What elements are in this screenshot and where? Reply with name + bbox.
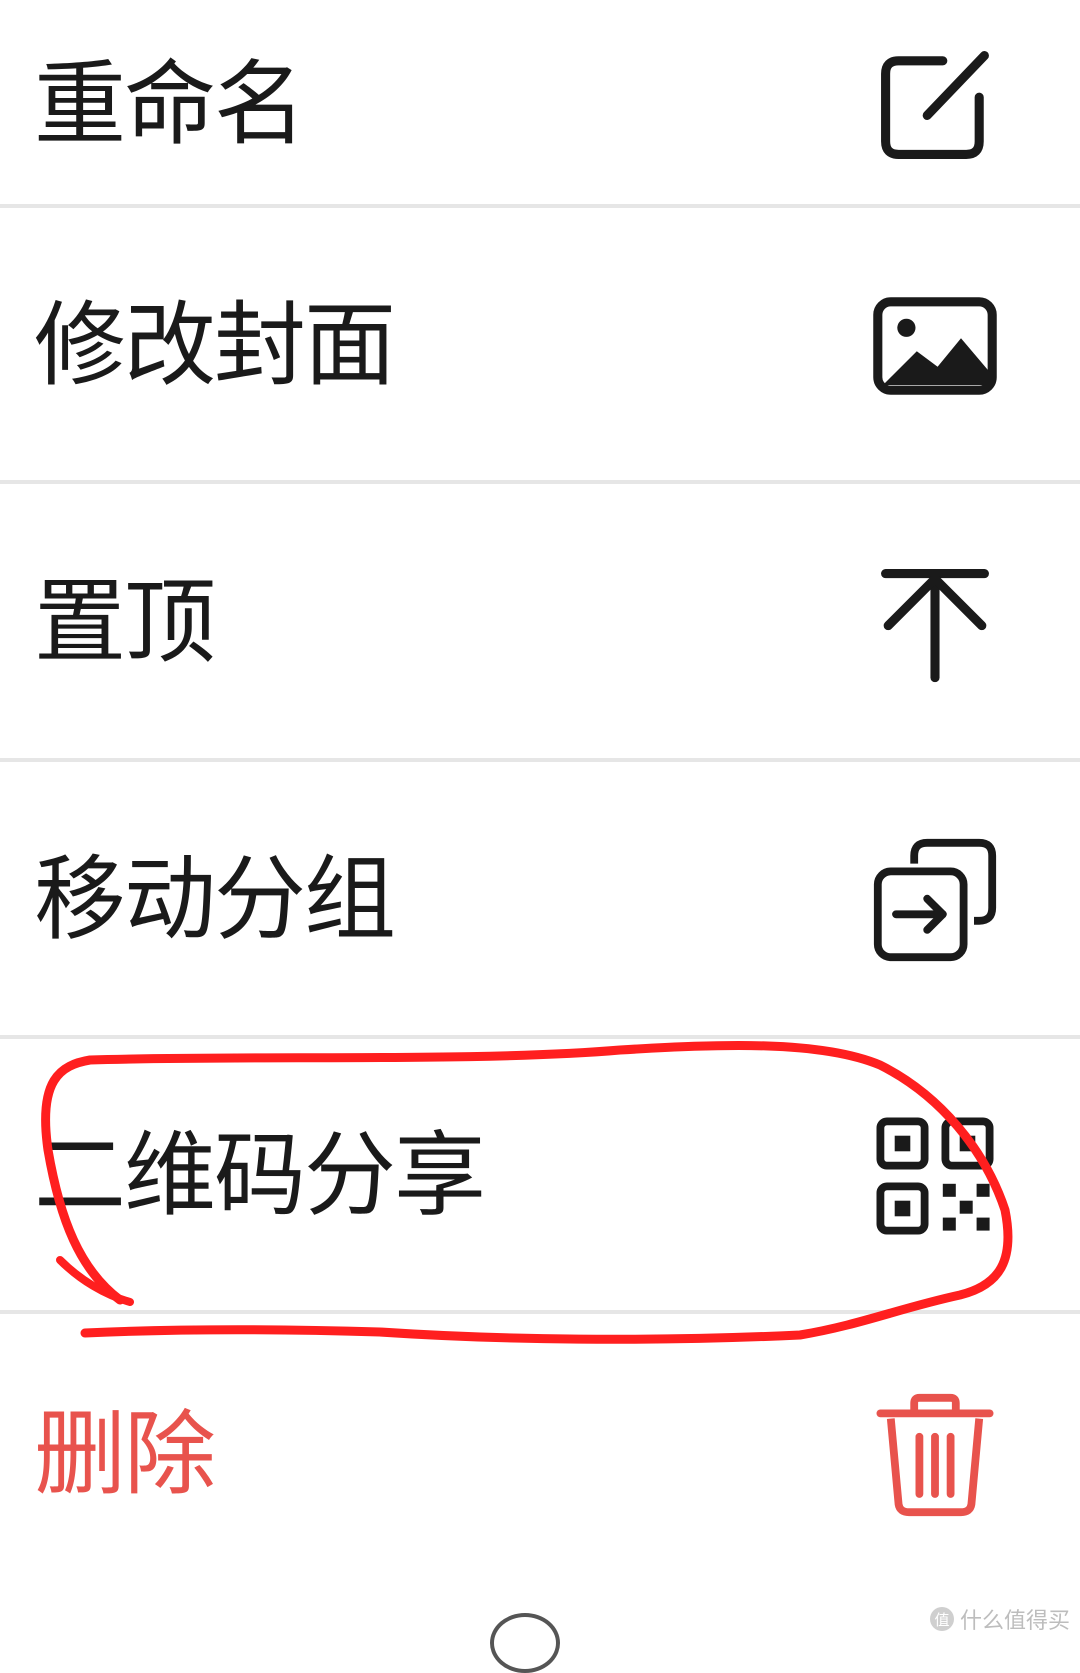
menu-item-label: 重命名 (34, 51, 306, 158)
menu-item-label: 删除 (34, 1401, 216, 1508)
menu-divider (0, 758, 1080, 762)
watermark-text: 什么值得买 (959, 1609, 1070, 1634)
move-group-icon (870, 835, 1000, 965)
pin-top-icon (870, 558, 1000, 688)
menu-item-move-group[interactable]: 移动分组 (0, 795, 1080, 1005)
menu-item-change-cover[interactable]: 修改封面 (0, 241, 1080, 451)
menu-item-label: 置顶 (34, 569, 216, 676)
menu-item-label: 移动分组 (34, 846, 396, 953)
trash-icon (870, 1390, 1000, 1520)
menu-item-pin-top[interactable]: 置顶 (0, 518, 1080, 728)
menu-divider (0, 1035, 1080, 1039)
menu-item-delete[interactable]: 删除 (0, 1350, 1080, 1560)
menu-divider (0, 480, 1080, 484)
menu-item-label: 修改封面 (34, 292, 396, 399)
menu-item-qr-share[interactable]: 二维码分享 (0, 1071, 1080, 1281)
edit-icon (870, 40, 1000, 170)
image-icon (870, 281, 1000, 411)
menu-item-rename[interactable]: 重命名 (0, 0, 1080, 210)
home-indicator (490, 1613, 560, 1673)
menu-divider (0, 204, 1080, 208)
watermark-logo-icon: 值 (929, 1607, 954, 1631)
watermark: 值 什么值得买 (929, 1603, 1070, 1635)
menu-item-label: 二维码分享 (34, 1122, 486, 1229)
qr-code-icon (870, 1111, 1000, 1241)
menu-divider (0, 1310, 1080, 1314)
context-menu: 重命名 修改封面 置顶 移动分组 二维码分享 删除 (0, 0, 1080, 1673)
